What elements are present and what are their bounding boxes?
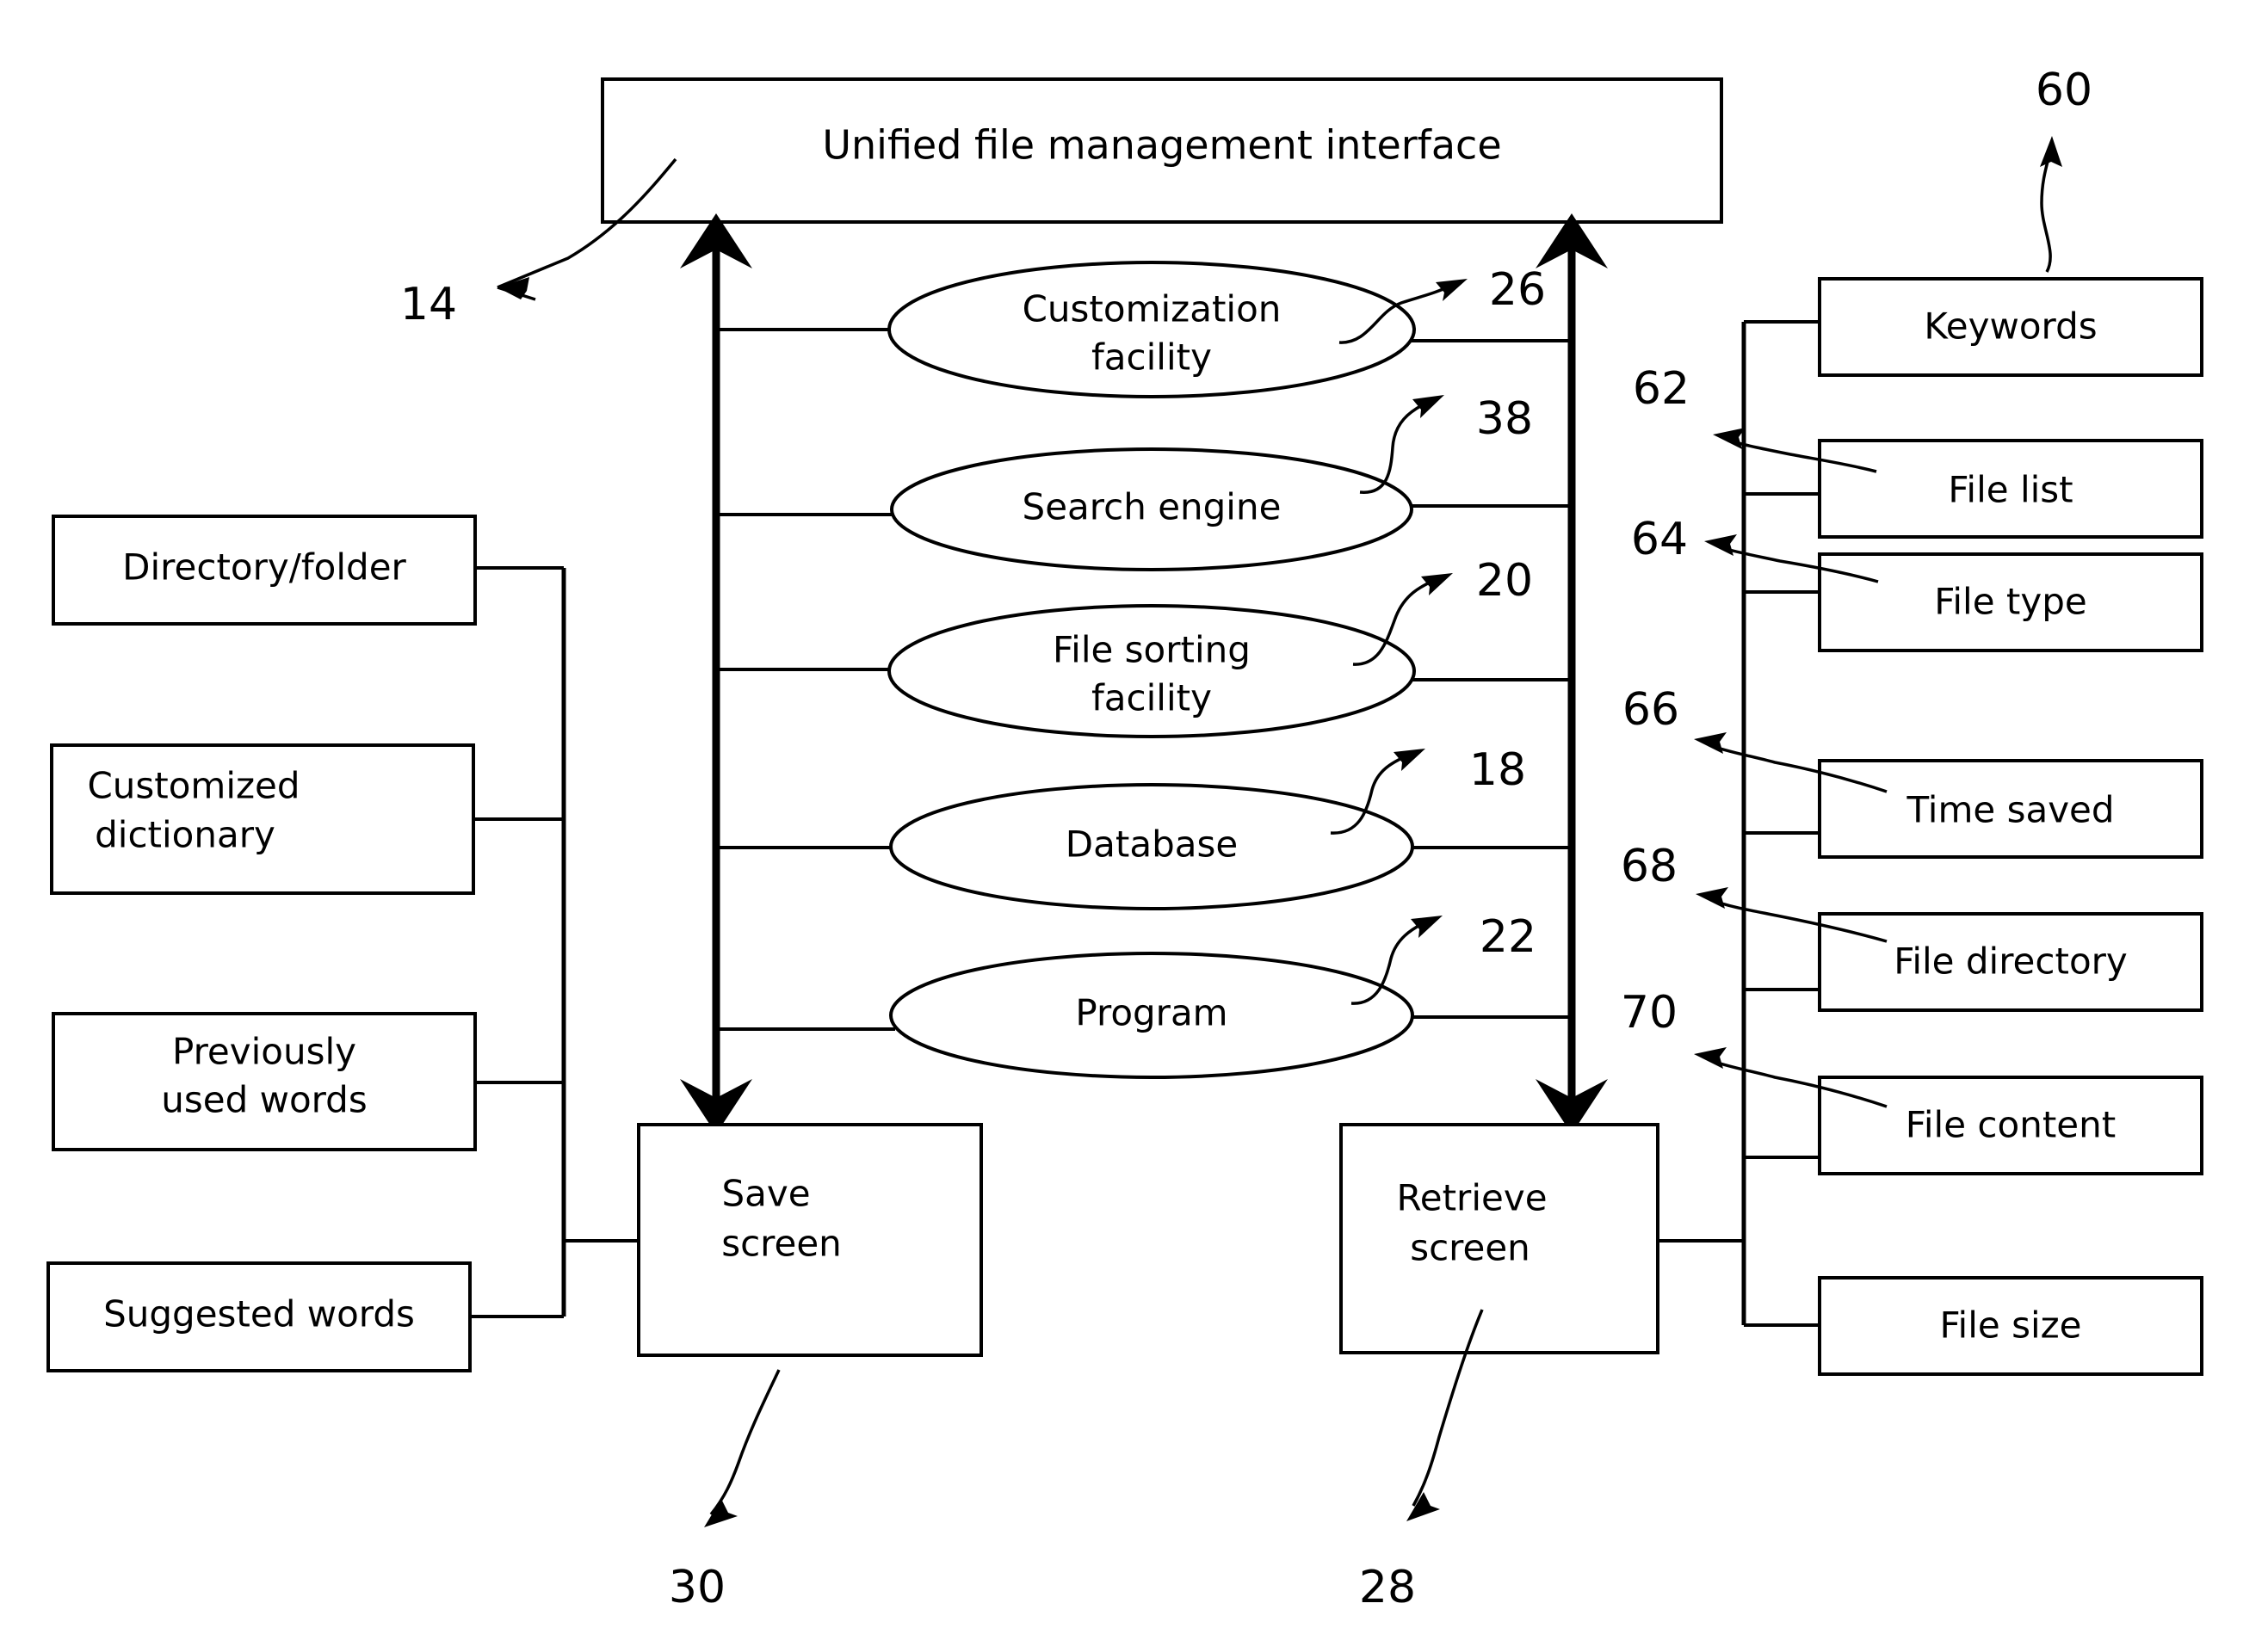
ref-20-label: 20	[1476, 555, 1533, 607]
file-sorting-facility-label-line2: facility	[1091, 677, 1212, 719]
save-screen-box: Save screen	[637, 1123, 983, 1357]
unified-interface-label: Unified file management interface	[822, 122, 1501, 169]
ref-18-label: 18	[1469, 744, 1526, 796]
right-bus	[1741, 320, 1820, 1327]
save-screen-label-line2: screen	[721, 1223, 842, 1265]
file-directory-label: File directory	[1894, 940, 2128, 983]
search-engine-label: Search engine	[1023, 486, 1282, 528]
ref-60-leader: 60	[2036, 65, 2092, 273]
ref-26-label: 26	[1489, 264, 1546, 316]
retrieve-screen-box: Retrieve screen	[1339, 1123, 1659, 1354]
center-node-program: Program	[716, 952, 1572, 1079]
ref-60-label: 60	[2036, 65, 2092, 116]
time-saved-label: Time saved	[1906, 789, 2114, 831]
left-node-customized-dictionary: Customized dictionary	[50, 743, 475, 895]
file-content-label: File content	[1906, 1104, 2116, 1146]
ref-68-label: 68	[1621, 841, 1678, 892]
ref-18-leader: 18	[1330, 744, 1526, 835]
save-screen-label-line1: Save	[721, 1173, 810, 1215]
save-path-double-arrow	[680, 213, 752, 1134]
unified-interface-box: Unified file management interface	[601, 77, 1723, 224]
right-node-file-list: File list	[1818, 439, 2203, 539]
right-node-file-type: File type	[1818, 552, 2203, 652]
center-node-database: Database	[716, 783, 1572, 910]
ref-22-leader: 22	[1350, 911, 1536, 1005]
program-label: Program	[1075, 992, 1227, 1034]
ref-38-leader: 38	[1359, 393, 1533, 494]
customization-facility-label-line2: facility	[1091, 336, 1212, 379]
ref-28-leader: 28	[1359, 1309, 1484, 1613]
retrieve-path-double-arrow	[1536, 213, 1608, 1134]
file-type-label: File type	[1934, 581, 2086, 623]
customization-facility-label-line1: Customization	[1023, 288, 1282, 330]
center-node-search-engine: Search engine	[716, 447, 1572, 571]
ref-38-label: 38	[1476, 393, 1533, 445]
ref-66-label: 66	[1622, 684, 1679, 736]
right-node-keywords: Keywords	[1818, 277, 2203, 377]
previously-used-words-label-line2: used words	[161, 1079, 367, 1121]
patent-figure-canvas: Unified file management interface 14 Cus…	[0, 0, 2268, 1628]
file-list-label: File list	[1948, 469, 2073, 511]
figure-svg: Unified file management interface 14 Cus…	[46, 65, 2203, 1613]
suggested-words-label: Suggested words	[103, 1293, 415, 1335]
file-size-label: File size	[1939, 1304, 2081, 1347]
database-label: Database	[1066, 823, 1238, 866]
center-node-file-sorting-facility: File sorting facility	[716, 604, 1572, 738]
right-node-file-size: File size	[1818, 1276, 2203, 1376]
ref-30-label: 30	[669, 1562, 726, 1613]
previously-used-words-label-line1: Previously	[172, 1031, 356, 1073]
right-node-file-directory: File directory	[1818, 912, 2203, 1012]
keywords-label: Keywords	[1924, 305, 2097, 348]
ref-22-label: 22	[1480, 911, 1536, 963]
left-node-previously-used-words: Previously used words	[52, 1012, 477, 1151]
customized-dictionary-label-line2: dictionary	[95, 814, 275, 856]
ref-70-label: 70	[1621, 987, 1678, 1039]
ref-14-label: 14	[400, 279, 457, 330]
retrieve-screen-label-line2: screen	[1410, 1227, 1530, 1269]
right-node-time-saved: Time saved	[1818, 759, 2203, 859]
left-node-directory-folder: Directory/folder	[52, 515, 477, 626]
left-node-suggested-words: Suggested words	[46, 1261, 472, 1372]
ref-64-label: 64	[1631, 514, 1688, 565]
right-node-file-content: File content	[1818, 1076, 2203, 1175]
ref-62-label: 62	[1633, 363, 1690, 415]
customized-dictionary-label-line1: Customized	[87, 765, 300, 807]
directory-folder-label: Directory/folder	[122, 546, 406, 589]
ref-28-label: 28	[1359, 1562, 1416, 1613]
ref-30-leader: 30	[669, 1369, 781, 1613]
retrieve-screen-label-line1: Retrieve	[1396, 1177, 1547, 1219]
file-sorting-facility-label-line1: File sorting	[1053, 629, 1251, 671]
left-bus	[470, 566, 639, 1318]
